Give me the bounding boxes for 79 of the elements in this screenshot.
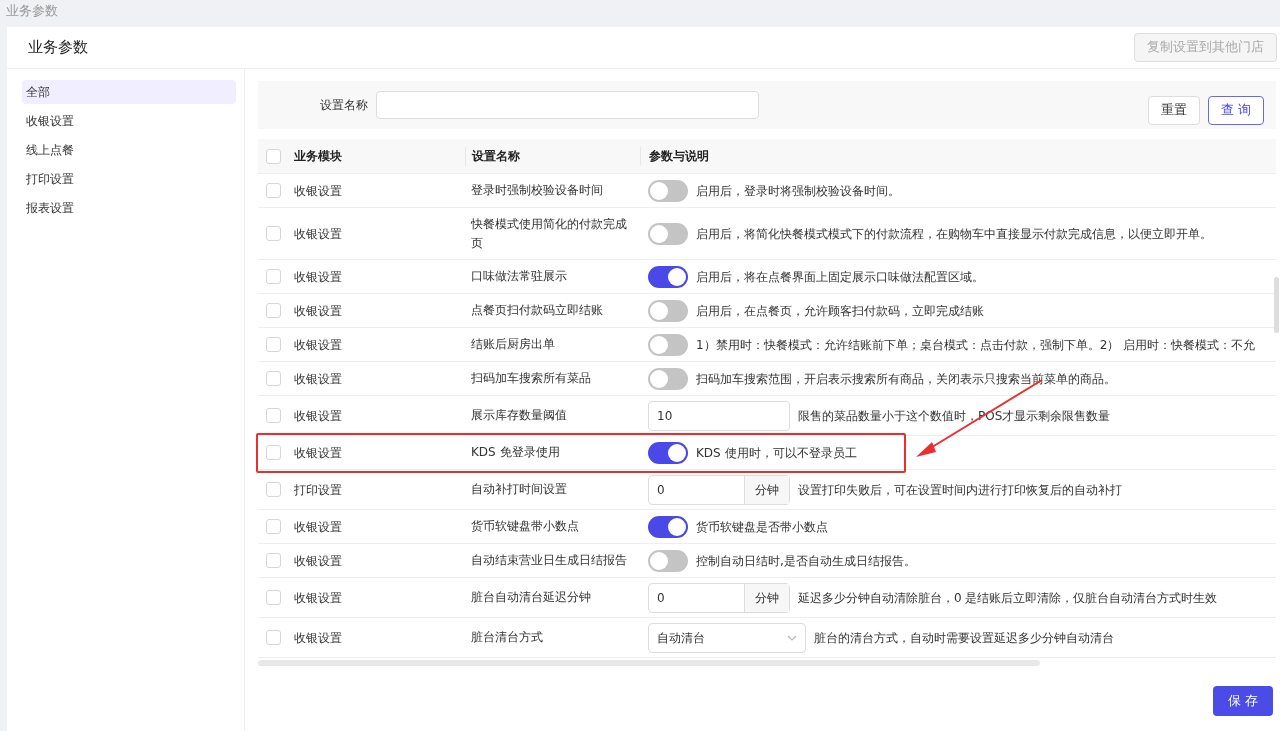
select-field[interactable]: 自动清台 bbox=[648, 622, 806, 653]
module-cell-text: 收银设置 bbox=[293, 407, 343, 425]
module-cell-text: 收银设置 bbox=[293, 552, 343, 570]
module-cell-text: 收银设置 bbox=[293, 225, 343, 243]
description-text: 设置打印失败后，可在设置时间内进行打印恢复后的自动补打 bbox=[798, 481, 1122, 499]
description-text: 货币软键盘是否带小数点 bbox=[696, 518, 828, 536]
toggle-switch[interactable] bbox=[648, 441, 688, 464]
filter-label: 设置名称 bbox=[320, 97, 368, 114]
description-text: KDS 使用时，可以不登录员工 bbox=[696, 444, 857, 462]
toggle-switch[interactable] bbox=[648, 333, 688, 356]
select-all-checkbox[interactable] bbox=[266, 148, 281, 164]
sidebar-item[interactable]: 全部 bbox=[22, 80, 236, 104]
description-text: 控制自动日结时,是否自动生成日结报告。 bbox=[696, 552, 916, 570]
module-cell-text: 收银设置 bbox=[293, 336, 343, 354]
module-cell-text: 收银设置 bbox=[293, 589, 343, 607]
setting-name-cell-text: 点餐页扫付款码立即结账 bbox=[470, 302, 604, 319]
toggle-switch[interactable] bbox=[648, 367, 688, 390]
setting-name-cell-text: 口味做法常驻展示 bbox=[470, 268, 568, 285]
row-checkbox[interactable] bbox=[266, 183, 281, 198]
sidebar-item[interactable]: 线上点餐 bbox=[22, 138, 236, 162]
row-checkbox[interactable] bbox=[266, 590, 281, 605]
description-text: 启用后，在点餐页，允许顾客扫付款码，立即完成结账 bbox=[696, 302, 984, 320]
toggle-switch[interactable] bbox=[648, 549, 688, 572]
column-header: 设置名称 bbox=[465, 146, 640, 166]
chevron-down-icon bbox=[787, 634, 797, 641]
row-checkbox[interactable] bbox=[266, 226, 281, 241]
setting-name-cell-text: 脏台清台方式 bbox=[470, 629, 544, 646]
row-checkbox[interactable] bbox=[266, 445, 281, 460]
sidebar-item[interactable]: 收银设置 bbox=[22, 109, 236, 133]
setting-name-cell-text: 结账后厨房出单 bbox=[470, 336, 556, 353]
setting-name-cell-text: 扫码加车搜索所有菜品 bbox=[470, 370, 592, 387]
query-button[interactable]: 查 询 bbox=[1208, 95, 1264, 125]
setting-name-cell-text: 自动补打时间设置 bbox=[470, 481, 568, 498]
column-header: 参数与说明 bbox=[640, 147, 1276, 165]
reset-button[interactable]: 重置 bbox=[1148, 95, 1200, 125]
number-field[interactable]: 10 bbox=[649, 401, 789, 430]
setting-name-cell-text: 货币软键盘带小数点 bbox=[470, 518, 580, 535]
save-button[interactable]: 保 存 bbox=[1212, 686, 1273, 716]
description-text: 脏台的清台方式，自动时需要设置延迟多少分钟自动清台 bbox=[814, 629, 1114, 647]
setting-name-cell-text: 快餐模式使用简化的付款完成页 bbox=[470, 215, 628, 252]
module-cell-text: 收银设置 bbox=[293, 518, 343, 536]
module-cell-text: 收银设置 bbox=[293, 302, 343, 320]
sidebar-item[interactable]: 报表设置 bbox=[22, 196, 236, 220]
row-checkbox[interactable] bbox=[266, 482, 281, 497]
toggle-switch[interactable] bbox=[648, 515, 688, 538]
description-text: 启用后，登录时将强制校验设备时间。 bbox=[696, 182, 900, 200]
module-cell-text: 打印设置 bbox=[293, 481, 343, 499]
module-cell-text: 收银设置 bbox=[293, 370, 343, 388]
row-checkbox[interactable] bbox=[266, 630, 281, 645]
module-cell-text: 收银设置 bbox=[293, 182, 343, 200]
row-checkbox[interactable] bbox=[266, 519, 281, 534]
toggle-switch[interactable] bbox=[648, 299, 688, 322]
row-checkbox[interactable] bbox=[266, 408, 281, 423]
row-checkbox[interactable] bbox=[266, 269, 281, 284]
page-title: 业务参数 bbox=[28, 37, 88, 59]
setting-name-field[interactable] bbox=[376, 91, 759, 119]
module-cell-text: 收银设置 bbox=[293, 444, 343, 462]
row-checkbox[interactable] bbox=[266, 371, 281, 386]
module-cell-text: 收银设置 bbox=[293, 268, 343, 286]
vertical-scrollbar[interactable] bbox=[1274, 277, 1279, 333]
description-text: 延迟多少分钟自动清除脏台，0 是结账后立即清除，仅脏台自动清台方式时生效 bbox=[798, 589, 1218, 607]
setting-name-cell-text: 自动结束营业日生成日结报告 bbox=[470, 552, 628, 569]
column-header: 业务模块 bbox=[293, 148, 343, 165]
description-text: 1）禁用时：快餐模式：允许结账前下单；桌台模式：点击付款，强制下单。2） 启用时：快餐模式：不允 bbox=[696, 336, 1256, 354]
breadcrumb: 业务参数 bbox=[5, 2, 59, 20]
setting-name-cell-text: KDS 免登录使用 bbox=[470, 444, 561, 461]
row-checkbox[interactable] bbox=[266, 553, 281, 568]
row-checkbox[interactable] bbox=[266, 303, 281, 318]
description-text: 启用后，将简化快餐模式模式下的付款流程，在购物车中直接显示付款完成信息，以便立即开单。 bbox=[696, 225, 1212, 243]
toggle-switch[interactable] bbox=[648, 179, 688, 202]
toggle-switch[interactable] bbox=[648, 222, 688, 245]
setting-name-cell-text: 脏台自动清台延迟分钟 bbox=[470, 589, 592, 606]
description-text: 启用后，将在点餐界面上固定展示口味做法配置区域。 bbox=[696, 268, 984, 286]
row-checkbox[interactable] bbox=[266, 337, 281, 352]
toggle-switch[interactable] bbox=[648, 265, 688, 288]
setting-name-cell-text: 登录时强制校验设备时间 bbox=[470, 182, 604, 199]
sidebar-item[interactable]: 打印设置 bbox=[22, 167, 236, 191]
module-cell-text: 收银设置 bbox=[293, 629, 343, 647]
setting-name-cell-text: 展示库存数量阈值 bbox=[470, 407, 568, 424]
